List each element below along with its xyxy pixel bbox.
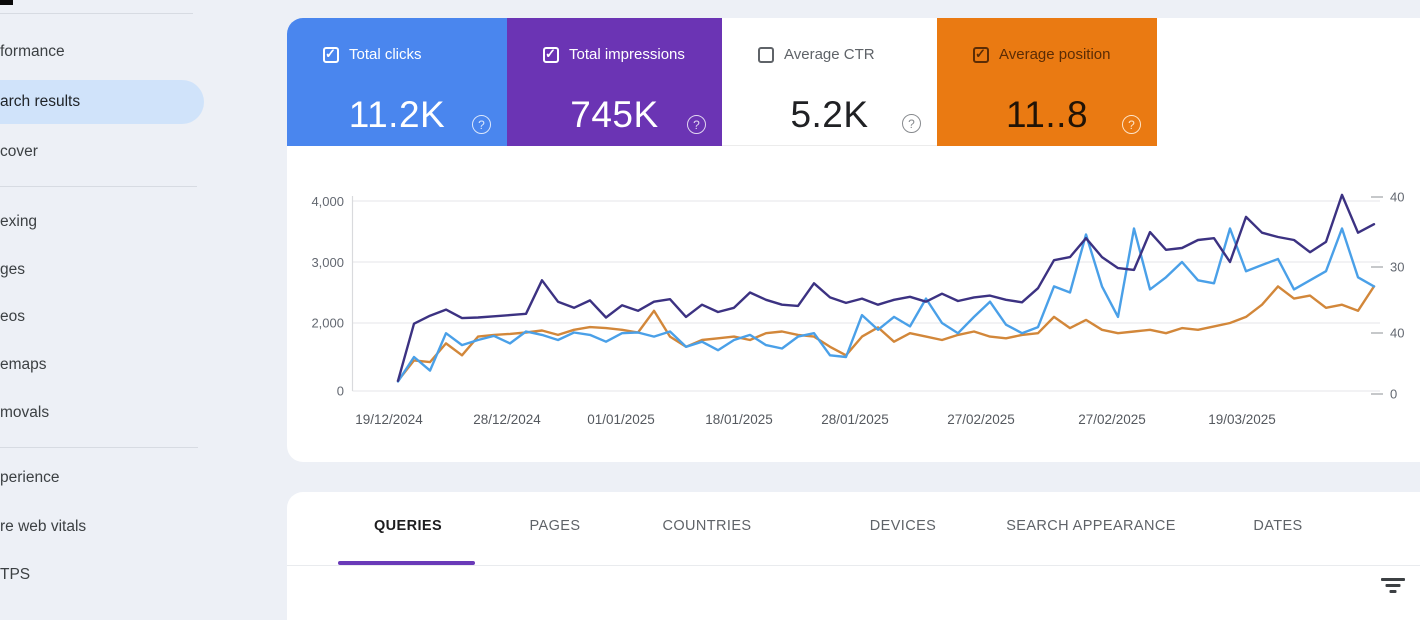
checkbox-icon[interactable] [973, 46, 989, 63]
sidebar: formance arch results cover exing ges eo… [0, 0, 287, 620]
sidebar-divider [0, 447, 198, 448]
help-icon[interactable] [1122, 115, 1141, 134]
help-icon[interactable] [687, 115, 706, 134]
svg-text:40: 40 [1390, 190, 1404, 205]
checkbox-icon[interactable] [758, 46, 774, 63]
tab-queries[interactable]: QUERIES [374, 518, 442, 534]
chart-left-axis: 4,000 3,000 2,000 0 [311, 194, 344, 399]
series-line-average-position [396, 285, 1376, 383]
tab-pages[interactable]: PAGES [530, 518, 581, 534]
svg-text:3,000: 3,000 [311, 255, 344, 270]
svg-text:01/01/2025: 01/01/2025 [587, 412, 655, 427]
svg-text:4,000: 4,000 [311, 194, 344, 209]
metric-card-average-ctr[interactable]: Average CTR 5.2K [722, 18, 937, 146]
svg-text:19/03/2025: 19/03/2025 [1208, 412, 1276, 427]
svg-text:28/12/2024: 28/12/2024 [473, 412, 541, 427]
svg-text:2,000: 2,000 [311, 316, 344, 331]
sidebar-item-discover[interactable]: cover [0, 140, 38, 164]
sidebar-item-pages[interactable]: ges [0, 258, 25, 282]
metric-card-label: Average position [999, 46, 1111, 63]
checkbox-icon[interactable] [543, 46, 559, 63]
sidebar-item-label: arch results [0, 93, 81, 110]
svg-text:0: 0 [337, 384, 344, 399]
screen-corner-artifact [0, 0, 13, 5]
tab-devices[interactable]: DEVICES [870, 518, 936, 534]
active-tab-underline [338, 561, 475, 565]
filter-icon[interactable] [1380, 578, 1406, 596]
sidebar-item-videos[interactable]: eos [0, 305, 25, 329]
chart-series [396, 193, 1376, 383]
performance-panel: Total clicks 11.2K Total impressions 745… [287, 18, 1420, 462]
metric-card-label: Total clicks [349, 46, 422, 63]
metric-card-average-position[interactable]: Average position 11..8 [937, 18, 1157, 146]
svg-text:27/02/2025: 27/02/2025 [1078, 412, 1146, 427]
series-line-total-impressions [396, 193, 1376, 383]
svg-text:0: 0 [1390, 387, 1397, 402]
sidebar-item-indexing[interactable]: exing [0, 210, 37, 234]
sidebar-item-experience[interactable]: perience [0, 466, 59, 490]
metric-card-label: Total impressions [569, 46, 685, 63]
chart-gridlines [351, 196, 1380, 392]
svg-text:30: 30 [1390, 260, 1404, 275]
chart-right-axis: 40 30 40 0 [1371, 190, 1404, 402]
svg-text:27/02/2025: 27/02/2025 [947, 412, 1015, 427]
sidebar-item-core-web-vitals[interactable]: re web vitals [0, 515, 86, 539]
tab-search-appearance[interactable]: SEARCH APPEARANCE [1006, 518, 1176, 534]
metric-card-total-clicks[interactable]: Total clicks 11.2K [287, 18, 507, 146]
sidebar-item-sitemaps[interactable]: emaps [0, 353, 47, 377]
dimension-tabs-panel: QUERIES PAGES COUNTRIES DEVICES SEARCH A… [287, 492, 1420, 620]
tab-row: QUERIES PAGES COUNTRIES DEVICES SEARCH A… [287, 492, 1420, 566]
sidebar-divider [0, 186, 197, 187]
help-icon[interactable] [472, 115, 491, 134]
svg-text:19/12/2024: 19/12/2024 [355, 412, 423, 427]
metric-card-label: Average CTR [784, 46, 875, 63]
sidebar-item-performance[interactable]: formance [0, 40, 65, 64]
metric-cards: Total clicks 11.2K Total impressions 745… [287, 18, 1157, 146]
checkbox-icon[interactable] [323, 46, 339, 63]
series-line-total-clicks [396, 227, 1376, 383]
search-console-performance-page: formance arch results cover exing ges eo… [0, 0, 1420, 620]
tab-dates[interactable]: DATES [1253, 518, 1302, 534]
sidebar-divider [0, 13, 193, 14]
sidebar-item-search-results[interactable]: arch results [0, 80, 204, 124]
help-icon[interactable] [902, 114, 921, 133]
svg-text:28/01/2025: 28/01/2025 [821, 412, 889, 427]
sidebar-item-https[interactable]: TPS [0, 563, 30, 587]
chart-x-axis: 19/12/2024 28/12/2024 01/01/2025 18/01/2… [355, 412, 1276, 427]
sidebar-item-removals[interactable]: movals [0, 401, 49, 425]
performance-line-chart[interactable]: 4,000 3,000 2,000 0 40 30 40 0 19/12/202… [287, 146, 1420, 462]
metric-card-total-impressions[interactable]: Total impressions 745K [507, 18, 722, 146]
svg-text:18/01/2025: 18/01/2025 [705, 412, 773, 427]
svg-text:40: 40 [1390, 326, 1404, 341]
tab-countries[interactable]: COUNTRIES [663, 518, 752, 534]
